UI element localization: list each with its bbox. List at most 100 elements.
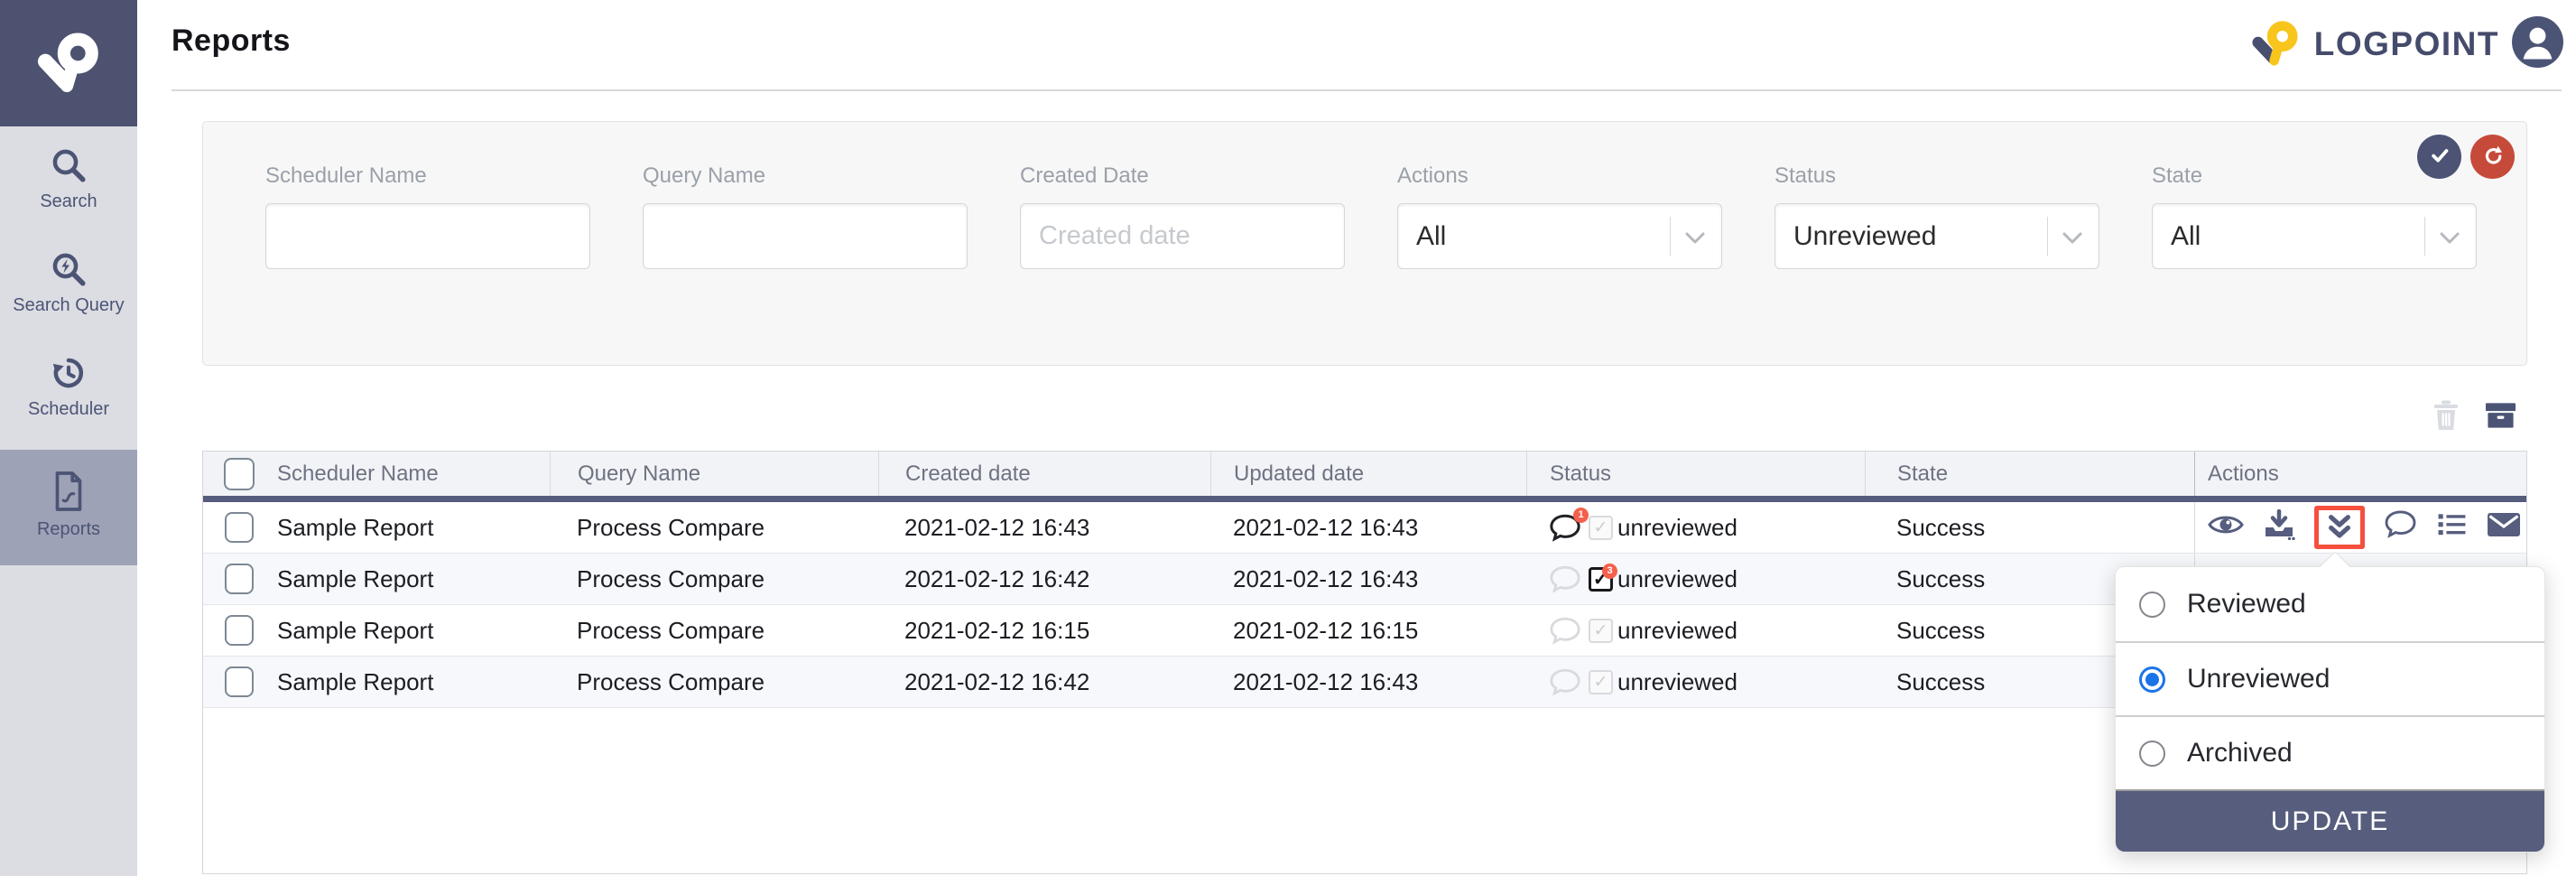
reset-filters-button[interactable] bbox=[2470, 135, 2515, 179]
comment-bubble-icon[interactable] bbox=[1549, 617, 1581, 645]
filter-label: Query Name bbox=[643, 163, 968, 189]
reviewed-checkbox[interactable]: ✓3 bbox=[1589, 567, 1613, 592]
select-divider bbox=[2047, 217, 2048, 256]
search-query-icon bbox=[49, 250, 88, 288]
archive-selected-button[interactable] bbox=[2485, 401, 2516, 434]
comment-bubble-icon[interactable] bbox=[1549, 668, 1581, 696]
query-name-input[interactable] bbox=[662, 221, 949, 251]
table-toolbar bbox=[202, 400, 2527, 435]
status-select[interactable]: Unreviewed bbox=[1774, 203, 2099, 269]
row-checkbox[interactable] bbox=[225, 615, 254, 646]
filter-label: Status bbox=[1774, 163, 2099, 189]
option-label: Unreviewed bbox=[2187, 664, 2330, 694]
sidebar-item-reports[interactable]: Reports bbox=[0, 450, 137, 565]
filter-status: Status Unreviewed bbox=[1774, 163, 2099, 269]
cell-query-name: Process Compare bbox=[550, 502, 878, 553]
delete-selected-button[interactable] bbox=[2432, 400, 2460, 435]
filter-created-date: Created Date bbox=[1020, 163, 1345, 269]
scheduler-name-input[interactable] bbox=[284, 221, 571, 251]
select-divider bbox=[2424, 217, 2425, 256]
select-divider bbox=[1670, 217, 1671, 256]
cell-created-date: 2021-02-12 16:15 bbox=[878, 605, 1210, 656]
sidebar-item-scheduler[interactable]: Scheduler bbox=[0, 354, 137, 420]
header-divider bbox=[171, 89, 2562, 91]
reviewed-checkbox[interactable]: ✓ bbox=[1589, 619, 1613, 643]
sidebar-item-search[interactable]: Search bbox=[0, 146, 137, 212]
radio-unreviewed[interactable] bbox=[2139, 666, 2165, 693]
user-avatar-button[interactable] bbox=[2512, 16, 2563, 72]
filter-scheduler-name: Scheduler Name bbox=[265, 163, 590, 269]
option-unreviewed[interactable]: Unreviewed bbox=[2116, 641, 2544, 715]
sidebar-item-search-query[interactable]: Search Query bbox=[0, 250, 137, 316]
status-text: unreviewed bbox=[1617, 617, 1737, 645]
status-text: unreviewed bbox=[1617, 668, 1737, 696]
cell-scheduler-name: Sample Report bbox=[263, 502, 550, 553]
reports-document-icon bbox=[51, 471, 87, 512]
search-icon bbox=[50, 146, 88, 184]
column-header-scheduler-name: Scheduler Name bbox=[263, 452, 550, 496]
sidebar-item-label: Search bbox=[40, 191, 97, 212]
column-header-created-date: Created date bbox=[878, 452, 1210, 496]
chevron-down-icon bbox=[1685, 221, 1705, 252]
cell-scheduler-name: Sample Report bbox=[263, 605, 550, 656]
details-list-button[interactable] bbox=[2436, 512, 2468, 544]
comment-bubble-icon[interactable] bbox=[1549, 565, 1581, 593]
email-report-button[interactable] bbox=[2487, 512, 2521, 544]
state-select[interactable]: All bbox=[2152, 203, 2477, 269]
table-row: Sample Report Process Compare 2021-02-12… bbox=[203, 502, 2526, 554]
actions-select[interactable]: All bbox=[1397, 203, 1722, 269]
select-all-checkbox[interactable] bbox=[224, 458, 255, 490]
column-header-state: State bbox=[1865, 452, 2194, 496]
comment-bubble-icon[interactable]: 1 bbox=[1549, 514, 1581, 542]
cell-updated-date: 2021-02-12 16:43 bbox=[1210, 554, 1526, 604]
comment-button[interactable] bbox=[2384, 510, 2417, 545]
reviewed-checkbox[interactable]: ✓ bbox=[1589, 516, 1613, 540]
row-checkbox[interactable] bbox=[225, 564, 254, 594]
cell-scheduler-name: Sample Report bbox=[263, 657, 550, 707]
cell-query-name: Process Compare bbox=[550, 657, 878, 707]
scheduler-history-icon bbox=[50, 354, 88, 392]
table-header-row: Scheduler Name Query Name Created date U… bbox=[203, 452, 2526, 502]
apply-filters-button[interactable] bbox=[2417, 135, 2461, 179]
filter-label: Scheduler Name bbox=[265, 163, 590, 189]
option-reviewed[interactable]: Reviewed bbox=[2116, 567, 2544, 641]
cell-created-date: 2021-02-12 16:42 bbox=[878, 554, 1210, 604]
update-button[interactable]: UPDATE bbox=[2116, 789, 2544, 852]
filter-query-name: Query Name bbox=[643, 163, 968, 269]
filter-label: Actions bbox=[1397, 163, 1722, 189]
status-text: unreviewed bbox=[1617, 514, 1737, 542]
filter-state: State All bbox=[2152, 163, 2477, 269]
sidebar-item-label: Search Query bbox=[13, 295, 124, 316]
status-text: unreviewed bbox=[1617, 565, 1737, 593]
check-apply-icon bbox=[2426, 142, 2453, 172]
sidebar-item-label: Scheduler bbox=[28, 399, 109, 420]
chevron-down-icon bbox=[2440, 221, 2460, 252]
cell-updated-date: 2021-02-12 16:43 bbox=[1210, 657, 1526, 707]
update-status-button[interactable] bbox=[2324, 513, 2355, 542]
filter-label: Created Date bbox=[1020, 163, 1345, 189]
column-header-updated-date: Updated date bbox=[1210, 452, 1526, 496]
status-update-dropdown: Reviewed Unreviewed Archived UPDATE bbox=[2115, 566, 2545, 853]
row-checkbox[interactable] bbox=[225, 512, 254, 543]
radio-reviewed[interactable] bbox=[2139, 592, 2165, 618]
option-archived[interactable]: Archived bbox=[2116, 715, 2544, 789]
filter-panel: Scheduler Name Query Name Created Date A… bbox=[202, 121, 2527, 366]
created-date-input[interactable] bbox=[1039, 221, 1326, 251]
column-header-actions: Actions bbox=[2194, 452, 2526, 496]
cell-state: Success bbox=[1865, 502, 2194, 553]
download-report-button[interactable] bbox=[2263, 509, 2295, 546]
row-checkbox[interactable] bbox=[225, 666, 254, 697]
radio-archived[interactable] bbox=[2139, 741, 2165, 767]
view-report-button[interactable] bbox=[2208, 513, 2244, 543]
sidebar-item-label: Reports bbox=[37, 519, 100, 540]
selected-value: All bbox=[2171, 221, 2201, 252]
selected-value: Unreviewed bbox=[1793, 221, 1936, 252]
cell-query-name: Process Compare bbox=[550, 605, 878, 656]
option-label: Archived bbox=[2187, 738, 2293, 769]
column-header-status: Status bbox=[1526, 452, 1865, 496]
reviewed-checkbox[interactable]: ✓ bbox=[1589, 670, 1613, 694]
cell-created-date: 2021-02-12 16:42 bbox=[878, 657, 1210, 707]
app-logo[interactable] bbox=[0, 0, 137, 126]
cell-created-date: 2021-02-12 16:43 bbox=[878, 502, 1210, 553]
review-count-badge: 3 bbox=[1602, 564, 1617, 579]
